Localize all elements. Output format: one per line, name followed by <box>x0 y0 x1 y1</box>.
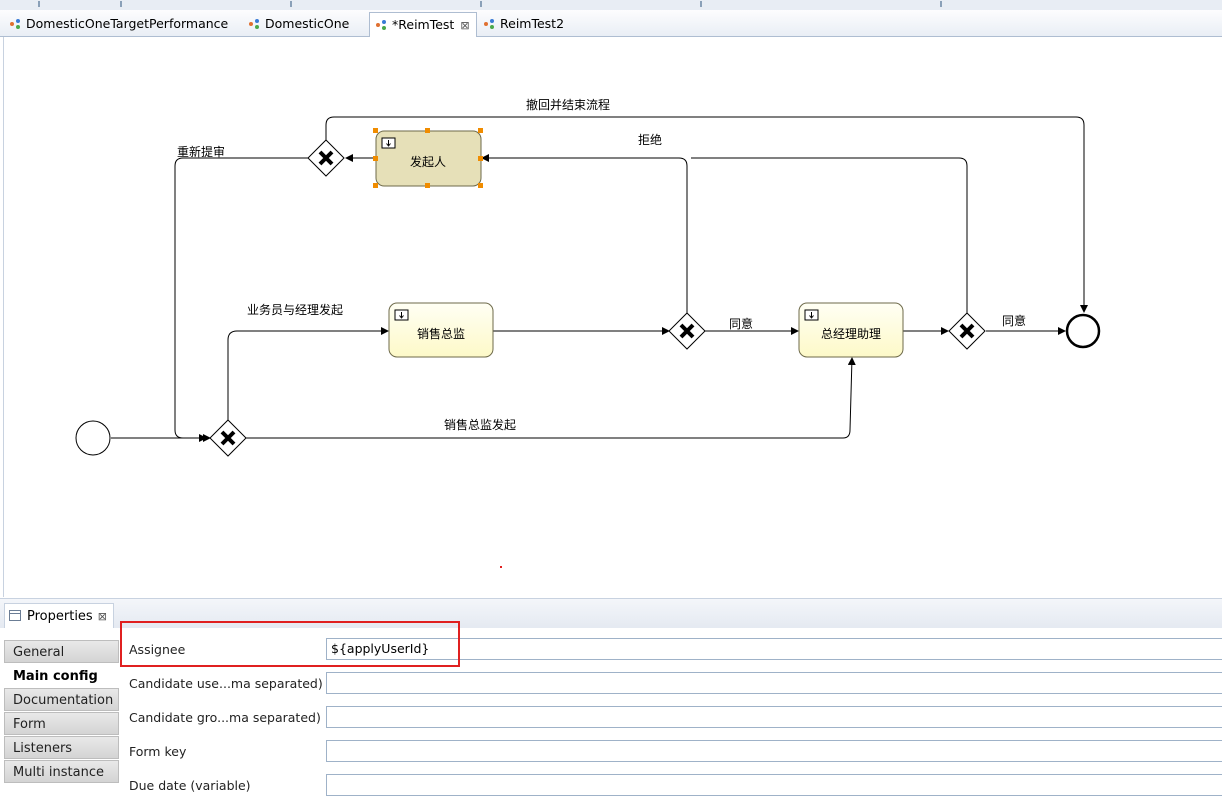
user-task-icon <box>381 137 396 149</box>
candidate-groups-label: Candidate gro...ma separated) <box>129 710 321 725</box>
exclusive-gateway[interactable] <box>209 419 247 457</box>
tab-label: DomesticOneTargetPerformance <box>26 16 229 31</box>
properties-title: Properties <box>27 609 93 624</box>
end-event[interactable] <box>1065 313 1101 349</box>
task-label: 发起人 <box>410 154 446 169</box>
form-key-input[interactable] <box>326 740 1222 762</box>
sequence-flows <box>111 116 1088 442</box>
properties-side-tabs: General Main config Documentation Form L… <box>4 640 119 784</box>
task-gm-assistant[interactable]: 总经理助理 <box>798 302 904 358</box>
task-sales-director[interactable]: 销售总监 <box>388 302 494 358</box>
properties-view-header: Properties ⊠ <box>0 598 1222 630</box>
flow-label-approve-2: 同意 <box>1002 313 1026 328</box>
side-tab-main-config[interactable]: Main config <box>4 664 119 687</box>
side-tab-multi-instance[interactable]: Multi instance <box>4 760 119 783</box>
toolbar-separator <box>700 1 702 7</box>
candidate-users-label: Candidate use...ma separated) <box>129 676 323 691</box>
assignee-row: Assignee ${applyUserId} <box>121 638 1222 662</box>
editor-tab-bar: DomesticOneTargetPerformance DomesticOne… <box>0 10 1222 37</box>
bpmn-diagram[interactable]: 发起人 销售总监 总经理助理 撤回并结束流程 拒绝 重新提审 业务员与经理发起 … <box>4 37 1222 597</box>
exclusive-gateway[interactable] <box>948 312 986 350</box>
toolbar-separator <box>940 1 942 7</box>
assignee-label: Assignee <box>129 642 186 657</box>
side-tab-general[interactable]: General <box>4 640 119 663</box>
toolbar-separator <box>120 1 122 7</box>
diagram-file-icon <box>484 19 494 29</box>
tab-reim-test2[interactable]: ReimTest2 <box>478 12 578 35</box>
due-date-input[interactable] <box>326 774 1222 796</box>
tab-domestic-one[interactable]: DomesticOne <box>243 12 367 35</box>
toolbar-separator <box>38 1 40 7</box>
stray-marker <box>500 566 502 568</box>
close-tab-icon[interactable]: ⊠ <box>460 14 469 37</box>
candidate-users-input[interactable] <box>326 672 1222 694</box>
side-tab-listeners[interactable]: Listeners <box>4 736 119 759</box>
toolbar-separator <box>480 1 482 7</box>
due-date-row: Due date (variable) <box>121 774 1222 798</box>
toolbar-separator <box>290 1 292 7</box>
flow-label-reject: 拒绝 <box>638 132 662 147</box>
user-task-icon <box>804 309 819 321</box>
candidate-users-row: Candidate use...ma separated) <box>121 672 1222 696</box>
properties-icon <box>9 610 21 621</box>
flow-staff-manager-initiate[interactable] <box>227 327 389 421</box>
assignee-input[interactable]: ${applyUserId} <box>326 638 1222 660</box>
tab-label: DomesticOne <box>265 16 350 31</box>
flow-label-sales-director-initiate: 销售总监发起 <box>444 417 516 432</box>
user-task-icon <box>394 309 409 321</box>
tab-label: *ReimTest <box>392 17 455 32</box>
properties-tab[interactable]: Properties ⊠ <box>4 603 114 630</box>
side-tab-documentation[interactable]: Documentation <box>4 688 119 711</box>
properties-view-body: General Main config Documentation Form L… <box>0 628 1222 796</box>
tab-label: ReimTest2 <box>500 16 565 31</box>
task-initiator[interactable]: 发起人 <box>373 128 483 188</box>
tab-domestic-one-target-performance[interactable]: DomesticOneTargetPerformance <box>4 12 240 35</box>
diagram-file-icon <box>376 20 386 30</box>
task-label: 总经理助理 <box>821 327 881 341</box>
flow-label-withdraw-end: 撤回并结束流程 <box>526 97 610 112</box>
start-event[interactable] <box>75 420 111 456</box>
exclusive-gateway[interactable] <box>307 139 345 177</box>
flow-label-resubmit: 重新提审 <box>177 144 225 159</box>
tab-reim-test[interactable]: *ReimTest ⊠ <box>369 12 477 37</box>
candidate-groups-row: Candidate gro...ma separated) <box>121 706 1222 730</box>
flow-resubmit[interactable] <box>174 157 308 442</box>
flow-reject-2[interactable] <box>691 157 968 313</box>
side-tab-form[interactable]: Form <box>4 712 119 735</box>
exclusive-gateway[interactable] <box>668 312 706 350</box>
toolbar-strip <box>0 0 1222 10</box>
due-date-label: Due date (variable) <box>129 778 251 793</box>
form-key-row: Form key <box>121 740 1222 764</box>
flow-label-approve-1: 同意 <box>729 316 753 331</box>
close-view-icon[interactable]: ⊠ <box>98 610 107 623</box>
candidate-groups-input[interactable] <box>326 706 1222 728</box>
flow-label-staff-manager-initiate: 业务员与经理发起 <box>247 302 343 317</box>
task-label: 销售总监 <box>417 326 465 341</box>
diagram-file-icon <box>10 19 20 29</box>
flow-reject-1[interactable] <box>481 154 688 313</box>
form-key-label: Form key <box>129 744 187 759</box>
diagram-canvas[interactable]: 发起人 销售总监 总经理助理 撤回并结束流程 拒绝 重新提审 业务员与经理发起 … <box>3 37 1222 597</box>
diagram-file-icon <box>249 19 259 29</box>
flow-sales-director-initiate[interactable] <box>246 357 856 439</box>
